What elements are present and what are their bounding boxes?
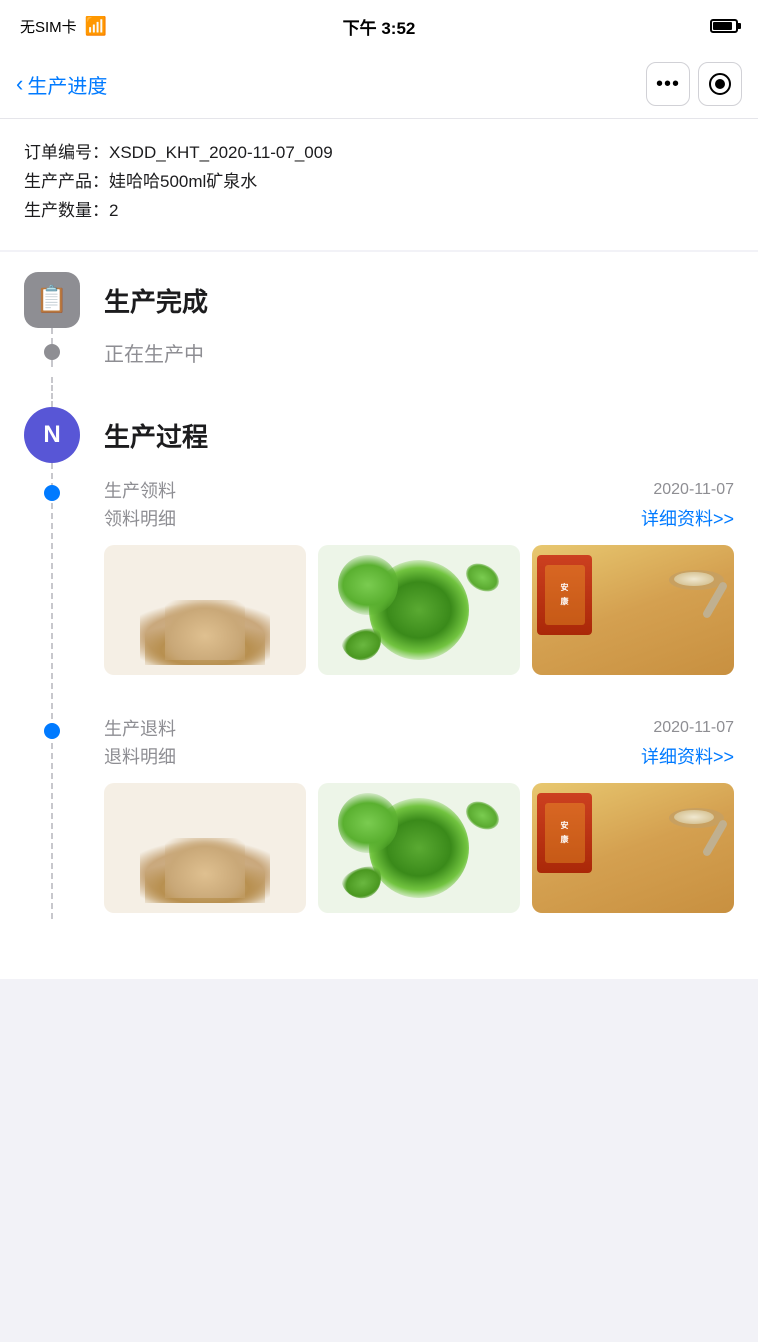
return-link[interactable]: 详细资料>> xyxy=(641,743,734,769)
order-info: 订单编号：XSDD_KHT_2020-11-07_009 生产产品：娃哈哈500… xyxy=(0,119,758,250)
substep-material: 生产领料 2020-11-07 领料明细 详细资料>> xyxy=(24,477,734,531)
return-detail: 退料明细 xyxy=(104,743,176,769)
order-number-value: XSDD_KHT_2020-11-07_009 xyxy=(109,143,333,162)
return-dot xyxy=(44,723,60,739)
step-process: N 生产过程 xyxy=(24,407,734,463)
img-seasoning-2[interactable]: 安 康 xyxy=(532,783,734,913)
material-detail: 领料明细 xyxy=(104,505,176,531)
return-content: 生产退料 2020-11-07 退料明细 详细资料>> xyxy=(104,715,734,769)
substep-return: 生产退料 2020-11-07 退料明细 详细资料>> xyxy=(24,715,734,769)
status-bar: 无SIM卡 📶 下午 3:52 xyxy=(0,0,758,50)
nav-actions: ••• xyxy=(646,62,742,106)
qty-label: 生产数量： xyxy=(24,201,109,220)
qty-row: 生产数量：2 xyxy=(24,197,734,226)
timeline-section: 📋 生产完成 正在生产中 N 生产过程 生产领料 xyxy=(0,252,758,979)
timeline-line-spacer1 xyxy=(51,377,53,407)
img-hops-2[interactable] xyxy=(318,783,520,913)
status-time: 下午 3:52 xyxy=(343,14,416,39)
product-label: 生产产品： xyxy=(24,172,109,191)
images-row-1: 安 康 xyxy=(104,545,734,675)
complete-title: 生产完成 xyxy=(104,282,208,319)
img-grain-2[interactable] xyxy=(104,783,306,913)
return-title: 生产退料 xyxy=(104,715,176,741)
complete-node: 📋 xyxy=(24,272,80,328)
wifi-icon: 📶 xyxy=(85,16,107,37)
images-row-2: 安 康 xyxy=(104,783,734,913)
dots-icon: ••• xyxy=(656,73,680,96)
order-number-row: 订单编号：XSDD_KHT_2020-11-07_009 xyxy=(24,139,734,168)
img-grain-1[interactable] xyxy=(104,545,306,675)
material-content: 生产领料 2020-11-07 领料明细 详细资料>> xyxy=(104,477,734,531)
producing-dot xyxy=(44,344,60,360)
step-complete: 📋 生产完成 xyxy=(24,272,734,328)
material-title-row: 生产领料 2020-11-07 xyxy=(104,477,734,503)
material-detail-row: 领料明细 详细资料>> xyxy=(104,505,734,531)
return-detail-row: 退料明细 详细资料>> xyxy=(104,743,734,769)
status-battery-area xyxy=(710,19,738,33)
battery-fill xyxy=(713,22,732,30)
img-seasoning-1[interactable]: 安 康 xyxy=(532,545,734,675)
material-dot xyxy=(44,485,60,501)
page-title: 生产进度 xyxy=(27,70,107,99)
order-number-label: 订单编号： xyxy=(24,143,109,162)
spacer-between-substeps xyxy=(24,691,734,711)
producing-text: 正在生产中 xyxy=(104,338,204,367)
complete-content: 生产完成 xyxy=(104,272,208,319)
product-value: 娃哈哈500ml矿泉水 xyxy=(109,172,257,191)
qty-value: 2 xyxy=(109,201,118,220)
back-button[interactable]: ‹ 生产进度 xyxy=(16,70,107,99)
return-title-row: 生产退料 2020-11-07 xyxy=(104,715,734,741)
bottom-spacer xyxy=(24,929,734,959)
more-button[interactable]: ••• xyxy=(646,62,690,106)
return-date: 2020-11-07 xyxy=(653,719,734,737)
process-node: N xyxy=(24,407,80,463)
spacer-1 xyxy=(24,377,734,407)
sub-producing: 正在生产中 xyxy=(24,338,734,367)
record-button[interactable] xyxy=(698,62,742,106)
material-title: 生产领料 xyxy=(104,477,176,503)
nav-bar: ‹ 生产进度 ••• xyxy=(0,50,758,119)
producing-label: 正在生产中 xyxy=(104,344,204,366)
img-hops-1[interactable] xyxy=(318,545,520,675)
material-date: 2020-11-07 xyxy=(653,481,734,499)
battery-icon xyxy=(710,19,738,33)
process-content: 生产过程 xyxy=(104,407,208,454)
status-signal: 无SIM卡 📶 xyxy=(20,16,107,37)
product-row: 生产产品：娃哈哈500ml矿泉水 xyxy=(24,168,734,197)
process-title: 生产过程 xyxy=(104,417,208,454)
record-icon xyxy=(709,73,731,95)
material-link[interactable]: 详细资料>> xyxy=(641,505,734,531)
